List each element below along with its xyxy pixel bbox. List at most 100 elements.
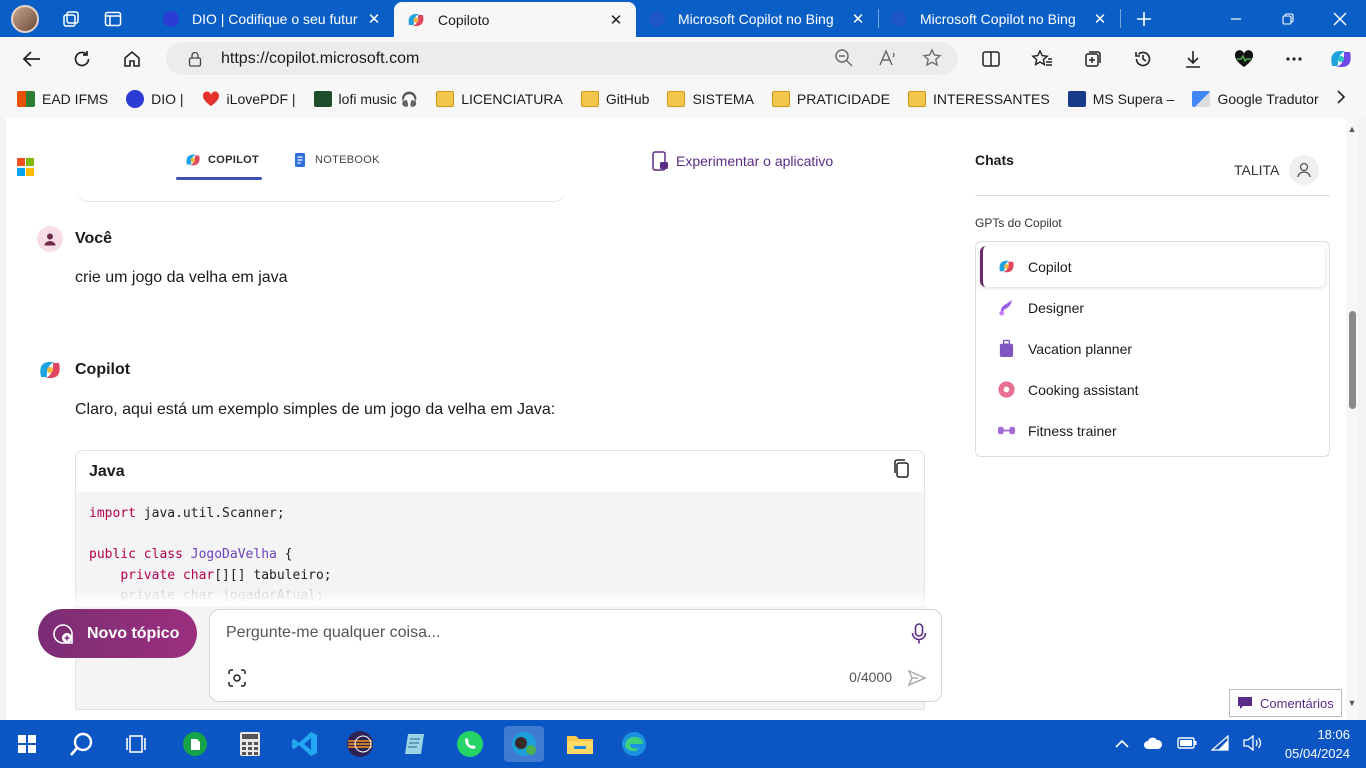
gpt-item-vacation-planner[interactable]: Vacation planner xyxy=(980,328,1325,369)
task-view-button[interactable] xyxy=(116,726,156,762)
code-line: private char[][] tabuleiro; xyxy=(120,567,332,583)
vscode-app[interactable] xyxy=(285,726,325,762)
clock[interactable]: 18:06 05/04/2024 xyxy=(1285,725,1350,763)
task-view-icon xyxy=(126,735,146,753)
home-icon xyxy=(124,50,140,67)
home-button[interactable] xyxy=(118,45,146,73)
chevron-up-icon[interactable] xyxy=(1115,736,1129,752)
search-button[interactable] xyxy=(62,726,102,762)
profile-avatar[interactable] xyxy=(11,4,39,33)
bookmark-ms-supera[interactable]: MS Supera – xyxy=(1067,91,1174,107)
previous-message-edge xyxy=(76,188,566,202)
edge-profile-app[interactable] xyxy=(504,726,544,762)
whatsapp-app[interactable] xyxy=(450,726,490,762)
bookmark-lofi-music[interactable]: lofi music 🎧 xyxy=(313,91,418,108)
chats-title[interactable]: Chats xyxy=(975,152,1014,168)
browser-essentials-button[interactable] xyxy=(1230,45,1258,73)
split-screen-button[interactable] xyxy=(977,45,1005,73)
microsoft-logo[interactable] xyxy=(17,158,35,176)
new-tab-button[interactable] xyxy=(1118,0,1170,37)
close-icon[interactable]: ✕ xyxy=(366,10,382,28)
gpt-item-cooking-assistant[interactable]: Cooking assistant xyxy=(980,369,1325,410)
copilot-favicon-icon xyxy=(408,13,424,26)
volume-icon[interactable] xyxy=(1243,734,1263,754)
tab-copilot[interactable]: COPILOT xyxy=(184,152,259,168)
close-icon[interactable]: ✕ xyxy=(608,11,624,29)
user-account[interactable]: TALITA xyxy=(1234,155,1320,185)
read-aloud-icon[interactable] xyxy=(878,48,898,71)
send-icon[interactable] xyxy=(907,668,927,691)
gpt-item-fitness-trainer[interactable]: Fitness trainer xyxy=(980,410,1325,451)
bookmark-dio[interactable]: DIO | xyxy=(126,90,184,108)
eclipse-app[interactable] xyxy=(340,726,380,762)
evernote-app[interactable] xyxy=(175,726,215,762)
bookmark-folder-licenciatura[interactable]: LICENCIATURA xyxy=(436,91,563,107)
scroll-down-icon[interactable]: ▼ xyxy=(1346,698,1358,708)
split-screen-icon xyxy=(982,51,1000,67)
url-text[interactable]: https://copilot.microsoft.com xyxy=(221,50,419,68)
wifi-icon[interactable] xyxy=(1210,734,1229,754)
address-bar[interactable]: https://copilot.microsoft.com xyxy=(166,42,958,75)
visual-search-icon[interactable] xyxy=(228,669,246,690)
whatsapp-icon xyxy=(457,731,483,757)
workspaces-icon[interactable] xyxy=(61,9,81,29)
restore-button[interactable] xyxy=(1262,0,1314,37)
microphone-icon[interactable] xyxy=(911,623,927,648)
favorites-button[interactable] xyxy=(1028,45,1056,73)
minimize-button[interactable] xyxy=(1210,0,1262,37)
settings-more-button[interactable] xyxy=(1280,45,1308,73)
file-explorer-app[interactable] xyxy=(560,726,600,762)
bookmark-folder-sistema[interactable]: SISTEMA xyxy=(667,91,754,107)
notes-app[interactable] xyxy=(395,726,435,762)
close-window-button[interactable] xyxy=(1314,0,1366,37)
lofi-favicon-icon xyxy=(313,91,332,107)
chevron-right-icon[interactable] xyxy=(1336,89,1346,110)
browser-tab-bing-1[interactable]: Microsoft Copilot no Bing ✕ xyxy=(636,0,878,37)
calculator-app[interactable] xyxy=(230,726,270,762)
chat-input[interactable] xyxy=(226,624,866,642)
favorite-star-icon[interactable] xyxy=(922,48,942,71)
gpt-item-copilot[interactable]: Copilot xyxy=(980,246,1325,287)
browser-tab-copiloto[interactable]: Copiloto ✕ xyxy=(394,2,636,37)
bookmark-folder-interessantes[interactable]: INTERESSANTES xyxy=(908,91,1050,107)
code-keyword: import xyxy=(89,506,136,521)
plus-icon xyxy=(1137,11,1151,26)
refresh-button[interactable] xyxy=(68,45,96,73)
edge-app[interactable] xyxy=(614,726,654,762)
bookmark-folder-github[interactable]: GitHub xyxy=(580,91,649,107)
bookmark-ead-ifms[interactable]: EAD IFMS xyxy=(17,91,108,107)
battery-icon[interactable] xyxy=(1177,736,1197,753)
history-button[interactable] xyxy=(1129,45,1157,73)
bookmark-google-tradutor[interactable]: Google Tradutor xyxy=(1192,91,1319,107)
more-dots-icon xyxy=(1286,57,1302,61)
tab-notebook[interactable]: NOTEBOOK xyxy=(293,152,380,168)
close-icon[interactable]: ✕ xyxy=(850,10,866,28)
lock-icon xyxy=(186,50,204,68)
zoom-out-icon[interactable] xyxy=(834,48,854,71)
navigation-bar: https://copilot.microsoft.com xyxy=(0,37,1366,80)
browser-tab-dio[interactable]: DIO | Codifique o seu futuro ✕ xyxy=(150,0,394,37)
feedback-button[interactable]: Comentários xyxy=(1229,689,1342,717)
copy-icon[interactable] xyxy=(893,459,911,484)
gpt-item-designer[interactable]: Designer xyxy=(980,287,1325,328)
new-chat-icon xyxy=(53,623,73,644)
new-topic-button[interactable]: Novo tópico xyxy=(38,609,197,658)
copilot-sidebar-button[interactable] xyxy=(1327,45,1355,73)
browser-tab-bing-2[interactable]: Microsoft Copilot no Bing ✕ xyxy=(878,0,1120,37)
scroll-thumb[interactable] xyxy=(1349,311,1356,409)
try-app-link[interactable]: Experimentar o aplicativo xyxy=(651,151,833,171)
back-button[interactable] xyxy=(18,45,46,73)
tab-actions-icon[interactable] xyxy=(103,9,123,29)
bookmark-folder-praticidade[interactable]: PRATICIDADE xyxy=(771,91,890,107)
collections-button[interactable] xyxy=(1079,45,1107,73)
bookmark-ilovepdf[interactable]: iLovePDF | xyxy=(202,91,296,107)
start-button[interactable] xyxy=(7,726,47,762)
phone-app-icon xyxy=(652,151,668,171)
copilot-page: COPILOT NOTEBOOK Experimentar o aplicati… xyxy=(6,118,1346,720)
downloads-button[interactable] xyxy=(1179,45,1207,73)
edge-icon xyxy=(622,732,646,756)
page-scrollbar[interactable]: ▲ ▼ xyxy=(1346,118,1358,720)
onedrive-cloud-icon[interactable] xyxy=(1143,736,1163,753)
close-icon[interactable]: ✕ xyxy=(1092,10,1108,28)
scroll-up-icon[interactable]: ▲ xyxy=(1346,124,1358,134)
